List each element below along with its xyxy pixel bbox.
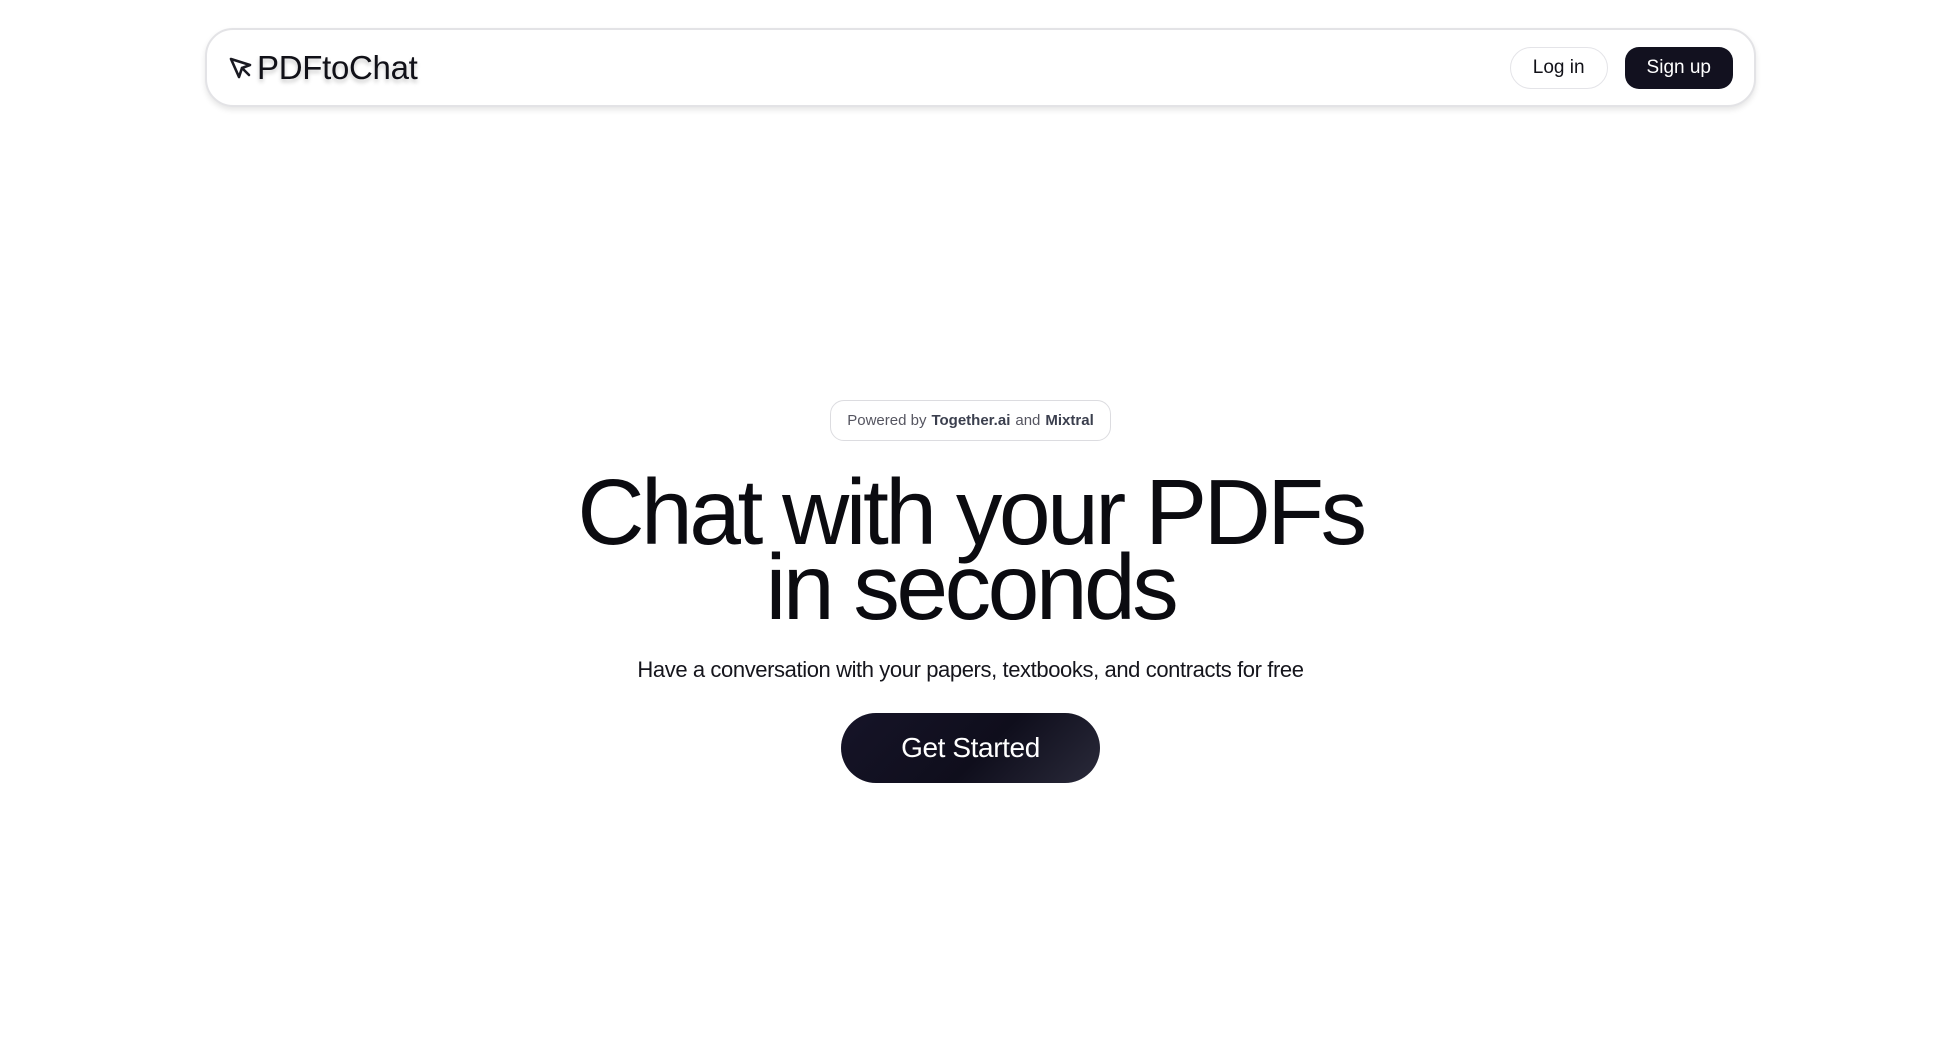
page-title: Chat with your PDFs in seconds (577, 466, 1367, 634)
powered-by-badge: Powered by Together.ai and Mixtral (830, 400, 1111, 441)
subheadline: Have a conversation with your papers, te… (637, 657, 1304, 682)
hero-section: Powered by Together.ai and Mixtral Chat … (0, 400, 1941, 783)
badge-provider: Together.ai (931, 412, 1011, 429)
cursor-arrow-icon (229, 56, 253, 80)
badge-model: Mixtral (1045, 412, 1094, 429)
brand-name: PDFtoChat (257, 48, 418, 86)
nav-actions: Log in Sign up (1509, 46, 1733, 89)
brand-logo-link[interactable]: PDFtoChat (229, 49, 418, 87)
login-button[interactable]: Log in (1509, 46, 1608, 89)
badge-prefix: Powered by (847, 412, 927, 429)
get-started-button[interactable]: Get Started (841, 713, 1100, 783)
top-navbar: PDFtoChat Log in Sign up (205, 28, 1756, 107)
headline-line-2: in seconds (765, 535, 1179, 639)
badge-joiner: and (1015, 412, 1041, 429)
signup-button[interactable]: Sign up (1624, 46, 1733, 89)
